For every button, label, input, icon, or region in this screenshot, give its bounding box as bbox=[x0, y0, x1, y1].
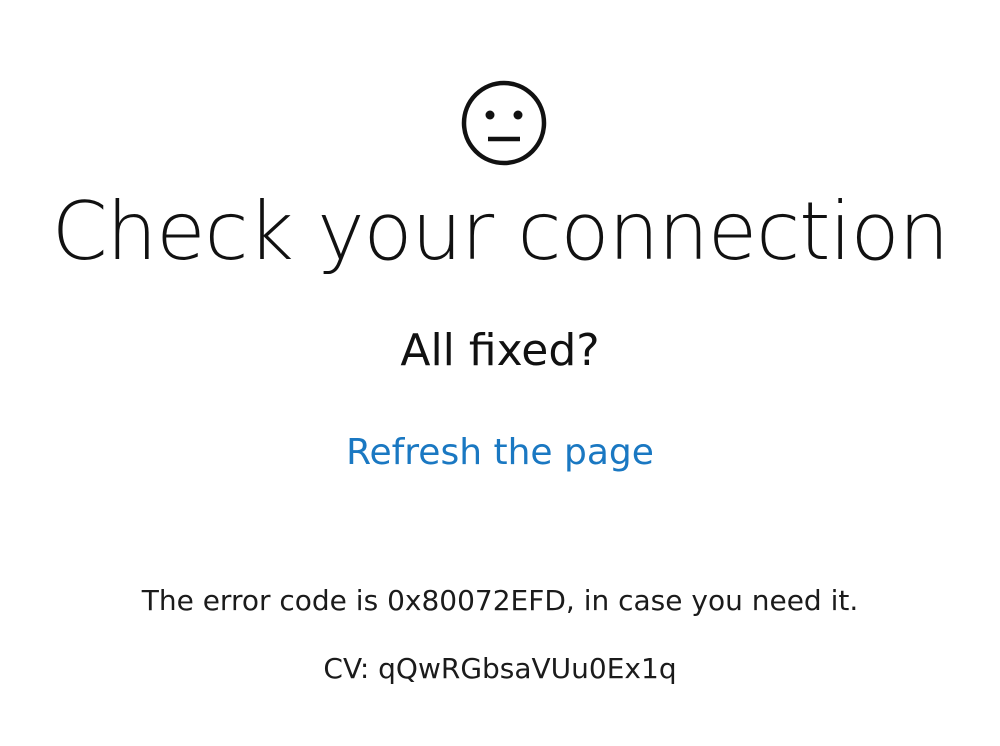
error-code-message: The error code is 0x80072EFD, in case yo… bbox=[141, 584, 859, 617]
page-title: Check your connection bbox=[51, 185, 950, 278]
refresh-page-link[interactable]: Refresh the page bbox=[0, 430, 1000, 476]
all-fixed-prompt: All fixed? bbox=[400, 325, 600, 376]
error-page: Check your connection All fixed? Refresh… bbox=[0, 0, 1000, 746]
correlation-vector: CV: qQwRGbsaVUu0Ex1q bbox=[323, 652, 677, 685]
sad-face-icon bbox=[461, 80, 547, 166]
